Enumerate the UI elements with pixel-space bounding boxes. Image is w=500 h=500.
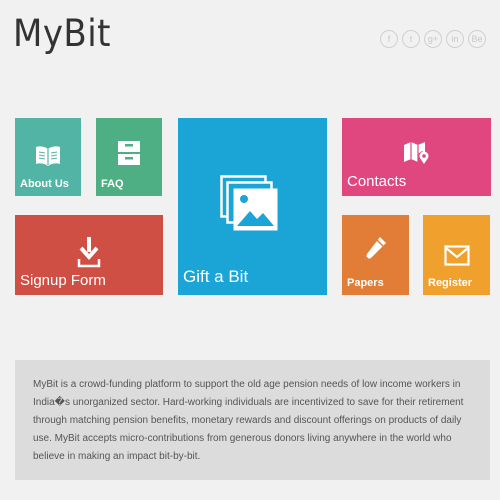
tile-register[interactable]: Register [423, 215, 490, 295]
tile-register-label: Register [428, 277, 473, 289]
description-text: MyBit is a crowd-funding platform to sup… [33, 379, 464, 462]
social-links: f t g+ in Be [380, 30, 486, 48]
tile-signup-form-label: Signup Form [20, 272, 106, 289]
envelope-icon [444, 245, 470, 266]
be-icon[interactable]: Be [468, 30, 486, 48]
tile-about-us-label: About Us [20, 178, 69, 190]
tile-gift-a-bit[interactable]: Gift a Bit [178, 118, 327, 295]
archive-drawer-icon [118, 141, 140, 165]
tile-signup-form[interactable]: Signup Form [15, 215, 163, 295]
tile-faq[interactable]: FAQ [96, 118, 162, 196]
linkedin-icon[interactable]: in [446, 30, 464, 48]
tile-contacts[interactable]: Contacts [342, 118, 491, 196]
tile-gift-a-bit-label: Gift a Bit [183, 267, 249, 286]
tile-contacts-label: Contacts [347, 173, 407, 190]
tile-about-us[interactable]: About Us [15, 118, 81, 196]
tile-papers[interactable]: Papers [342, 215, 409, 295]
facebook-icon[interactable]: f [380, 30, 398, 48]
map-pin-icon [404, 142, 429, 164]
site-logo[interactable]: MyBit [13, 12, 111, 55]
google-plus-icon[interactable]: g+ [424, 30, 442, 48]
pencil-icon [365, 237, 386, 260]
twitter-icon[interactable]: t [402, 30, 420, 48]
tile-papers-label: Papers [347, 277, 384, 289]
download-icon [77, 237, 101, 268]
tile-faq-label: FAQ [101, 178, 124, 190]
book-icon [36, 146, 60, 166]
description-panel: MyBit is a crowd-funding platform to sup… [15, 360, 490, 480]
image-stack-icon [220, 175, 278, 231]
